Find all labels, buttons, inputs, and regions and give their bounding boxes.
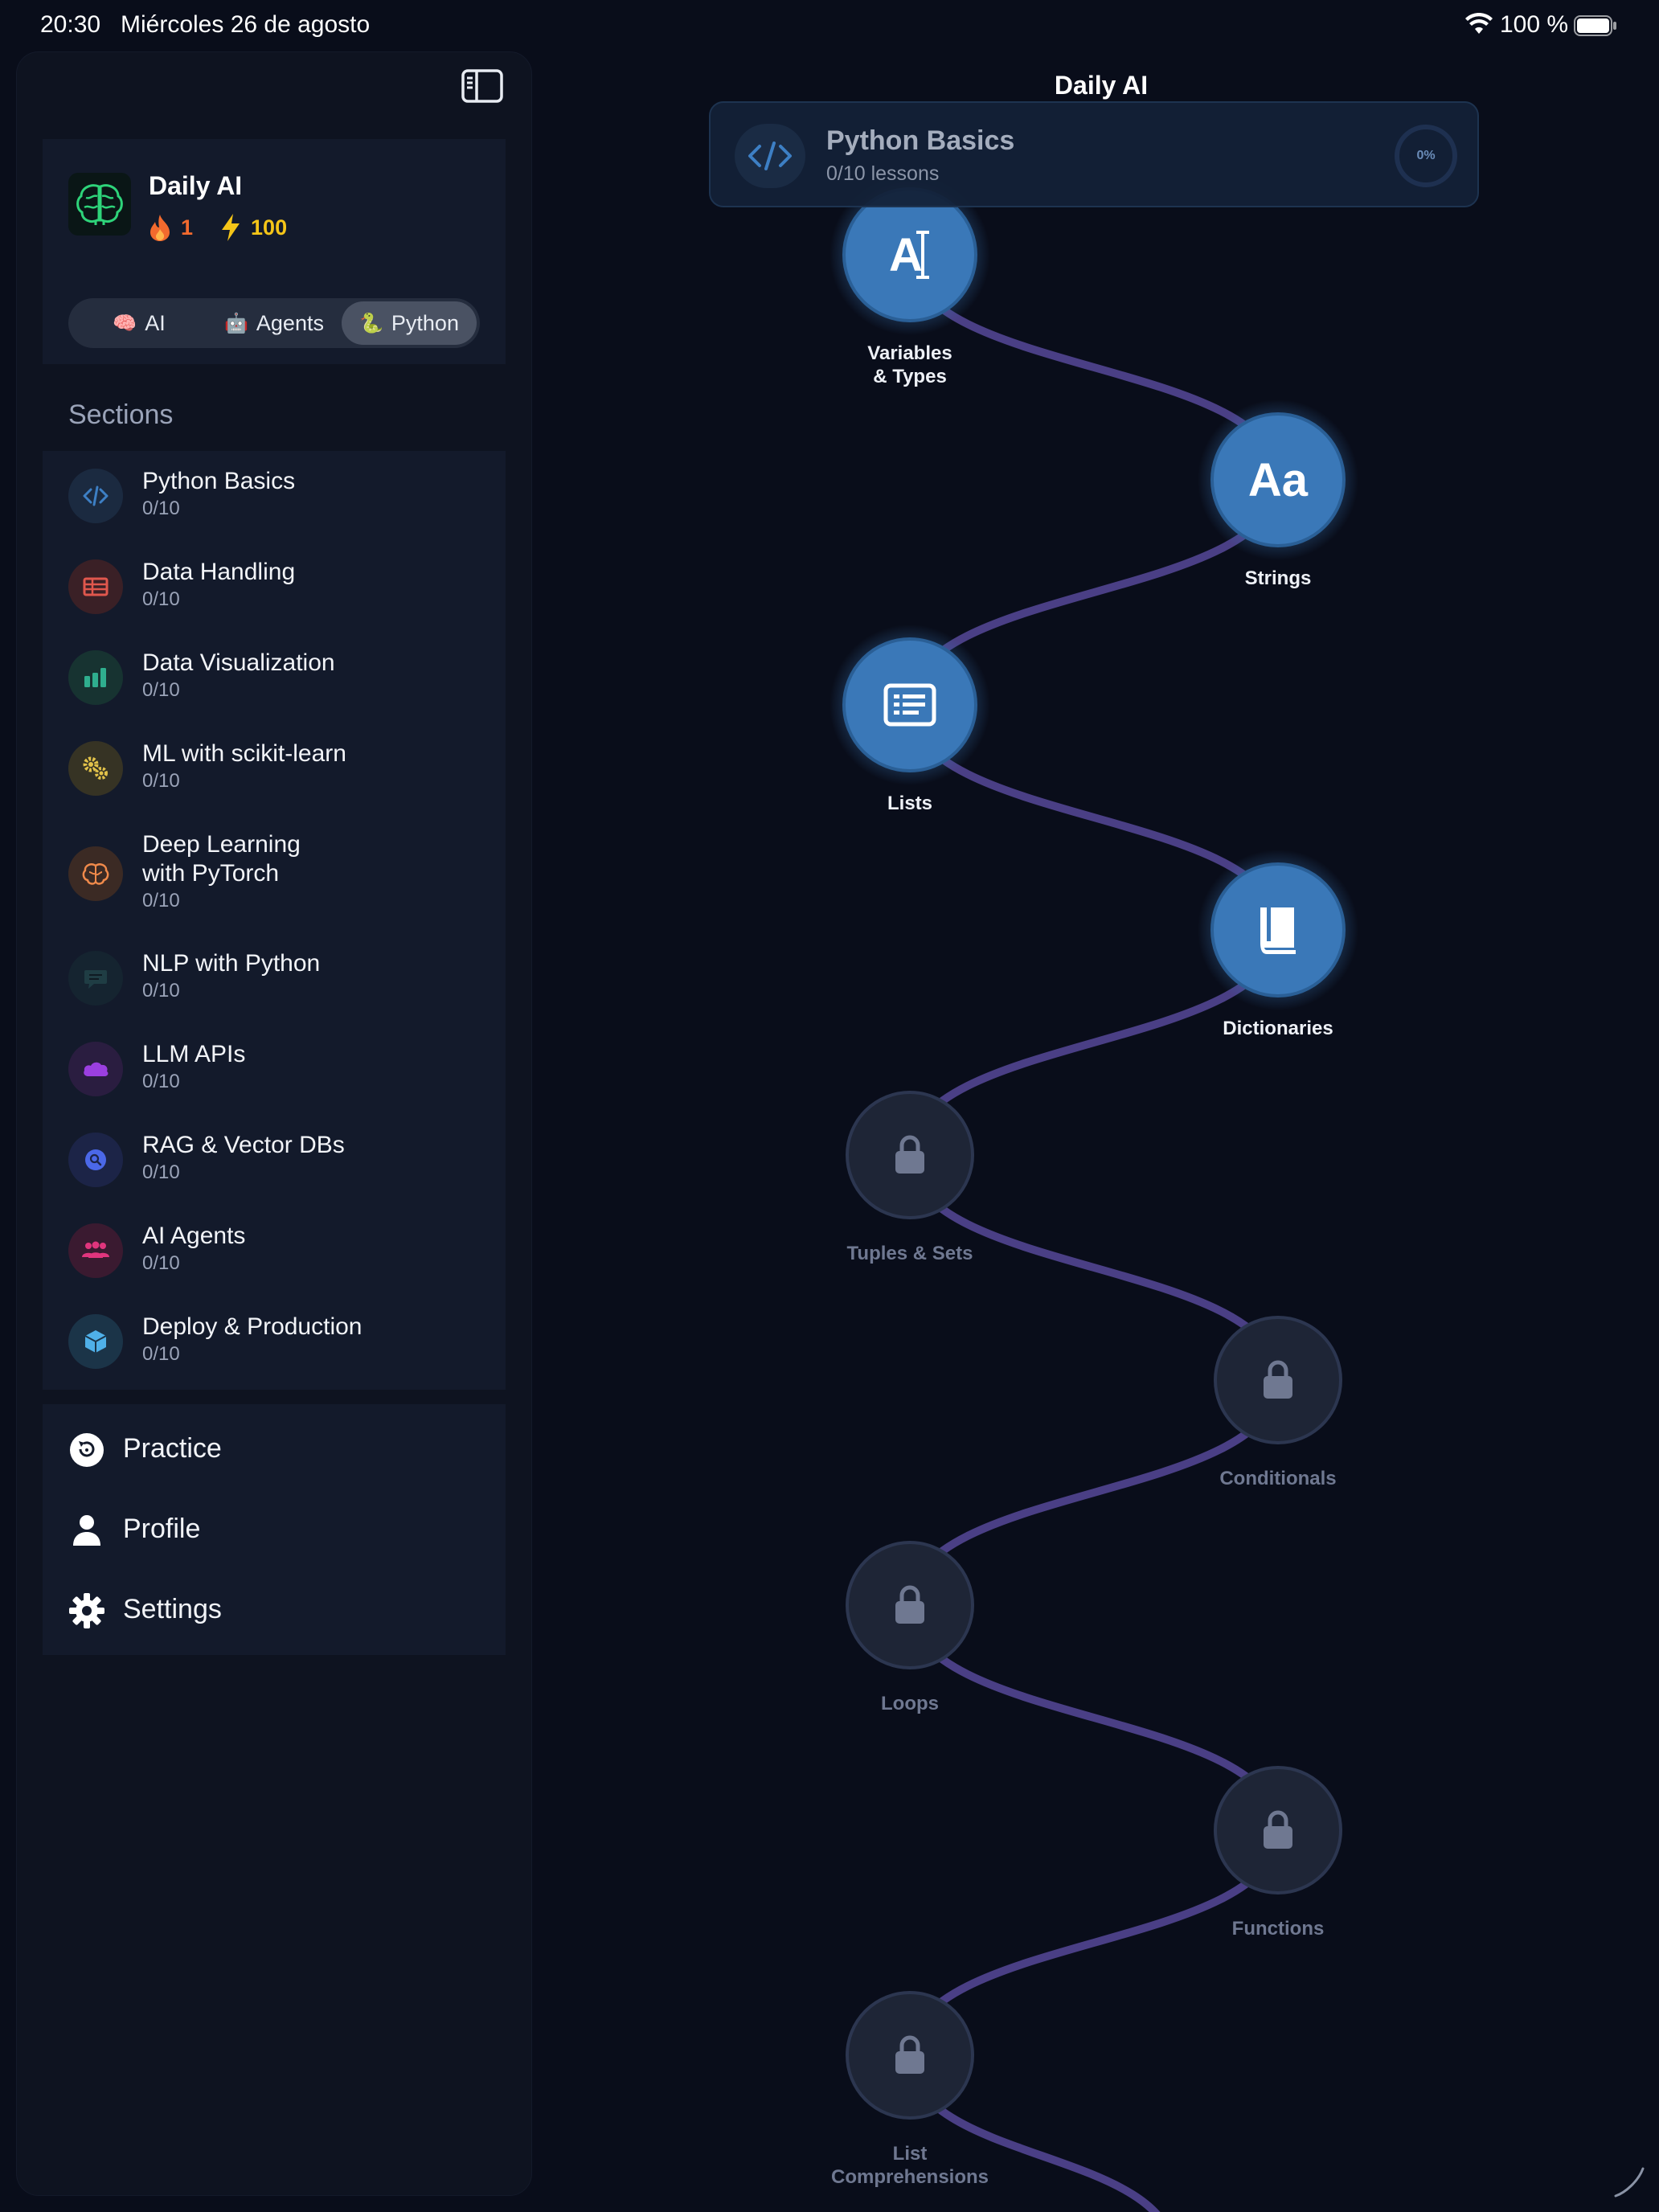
resize-grip-icon[interactable] xyxy=(1612,2165,1646,2199)
section-card-title: Python Basics xyxy=(826,125,1015,156)
svg-text:A: A xyxy=(889,229,923,281)
text-cursor-icon: A xyxy=(889,229,929,281)
lesson-node[interactable] xyxy=(846,1991,974,2120)
code-icon xyxy=(735,124,805,188)
text-aa-icon: Aa xyxy=(1248,454,1309,506)
lesson-label: Loops xyxy=(881,1693,939,1714)
lesson-label: Conditionals xyxy=(1219,1468,1337,1489)
lesson-path-map: A Aa xyxy=(830,174,1358,2212)
lesson-node[interactable]: Aa xyxy=(1198,399,1358,560)
lesson-node[interactable] xyxy=(846,1541,974,1669)
lesson-node[interactable] xyxy=(1214,1316,1342,1444)
section-progress-text: 0% xyxy=(1416,149,1436,162)
lesson-label: Functions xyxy=(1231,1918,1325,1940)
lesson-label: Strings xyxy=(1244,567,1312,589)
lesson-node[interactable] xyxy=(846,1091,974,1219)
book-icon xyxy=(1260,907,1296,954)
section-progress-ring: 0% xyxy=(1392,122,1460,190)
lesson-label: Dictionaries xyxy=(1223,1018,1333,1039)
current-section-card[interactable]: Python Basics 0/10 lessons 0% xyxy=(709,101,1479,207)
lesson-node[interactable] xyxy=(1198,850,1358,1010)
lesson-label: Tuples & Sets xyxy=(846,1243,973,1264)
lesson-label: List Comprehensions xyxy=(830,2143,989,2188)
section-card-subtitle: 0/10 lessons xyxy=(826,162,940,185)
lesson-node[interactable] xyxy=(1214,1766,1342,1895)
lesson-node[interactable] xyxy=(830,625,990,785)
lesson-label: Lists xyxy=(887,793,932,814)
svg-text:Aa: Aa xyxy=(1248,454,1309,506)
lesson-label: Variables & Types xyxy=(867,342,952,387)
